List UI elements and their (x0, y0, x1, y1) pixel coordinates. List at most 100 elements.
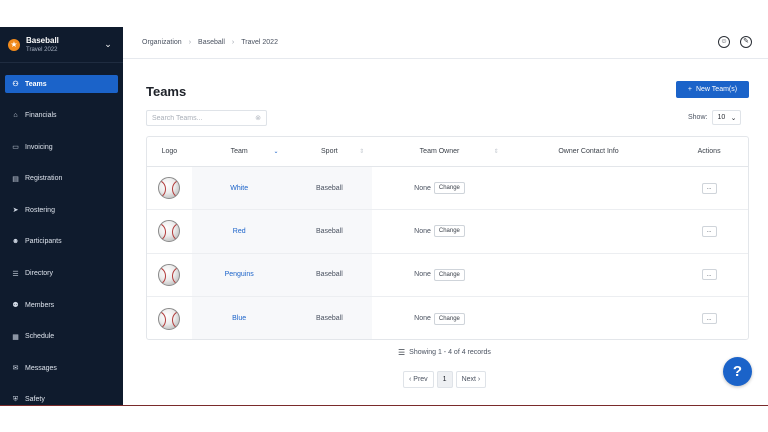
sidebar-item-label: Safety (25, 396, 45, 404)
owner-value: None (414, 227, 431, 235)
cursor-icon: ➤ (12, 207, 19, 215)
bank-icon: ⌂ (13, 112, 18, 120)
owner-value: None (414, 184, 431, 192)
page-size-select[interactable]: 10 ⌄ (712, 110, 742, 125)
sidebar-item-messages[interactable]: ✉ Messages (5, 359, 118, 377)
wrench-settings-icon[interactable]: ✎ (740, 36, 752, 48)
new-team-label: New Team(s) (695, 86, 738, 93)
participants-icon: ☻ (11, 238, 20, 246)
sidebar-nav: ⚇ Teams ⌂ Financials ▭ Invoicing ▤ Regis… (0, 63, 123, 405)
sidebar-item-schedule[interactable]: ▦ Schedule (5, 328, 118, 346)
sort-desc-icon: ⌄ (273, 149, 279, 155)
baseball-icon (158, 307, 181, 330)
pagination: ‹ Prev 1 Next › (403, 371, 487, 388)
breadcrumb-travel-2022: Travel 2022 (241, 39, 278, 46)
sidebar-item-label: Directory (25, 270, 54, 278)
table-row: Blue Baseball None Change ... (147, 296, 748, 339)
search-input[interactable] (152, 114, 256, 122)
owner-value: None (414, 315, 431, 323)
chevron-down-icon: ⌄ (730, 114, 737, 122)
sidebar-item-financials[interactable]: ⌂ Financials (5, 107, 118, 125)
next-page-button[interactable]: Next › (455, 371, 487, 388)
column-header-team[interactable]: Team ⌄ (192, 137, 287, 166)
sidebar-item-safety[interactable]: ⛨ Safety (5, 391, 118, 405)
sidebar-item-invoicing[interactable]: ▭ Invoicing (5, 138, 118, 156)
sidebar: ★ Baseball Travel 2022 ⌄ ⚇ Teams ⌂ Finan… (0, 27, 123, 405)
team-link[interactable]: Penguins (225, 271, 254, 278)
owner-contact-cell (507, 210, 670, 252)
owner-value: None (414, 271, 431, 279)
sidebar-item-label: Registration (25, 175, 63, 183)
row-actions-button[interactable]: ... (701, 182, 717, 194)
page-size-control: Show: 10 ⌄ (688, 110, 742, 125)
page-1-button[interactable]: 1 (436, 371, 453, 388)
team-link[interactable]: Blue (232, 315, 246, 322)
org-switcher[interactable]: ★ Baseball Travel 2022 ⌄ (0, 27, 123, 63)
change-owner-button[interactable]: Change (433, 268, 465, 281)
sidebar-item-label: Rostering (25, 206, 55, 214)
sport-cell: Baseball (286, 253, 373, 296)
change-owner-button[interactable]: Change (433, 225, 465, 238)
sidebar-item-label: Teams (25, 80, 47, 88)
main-content: Teams + New Team(s) ⊗ Show: 10 ⌄ Logo Te… (123, 59, 768, 405)
table-row: White Baseball None Change ... (147, 167, 748, 211)
user-account-icon[interactable]: ☺ (718, 36, 730, 48)
sport-cell: Baseball (286, 296, 373, 339)
baseball-icon (158, 177, 181, 200)
breadcrumb: Organization › Baseball › Travel 2022 (142, 39, 278, 46)
column-header-team-owner[interactable]: Team Owner ⇕ (372, 137, 507, 166)
change-owner-button[interactable]: Change (433, 182, 465, 195)
owner-contact-cell (507, 297, 670, 339)
row-actions-button[interactable]: ... (701, 313, 717, 325)
table-header: Logo Team ⌄ Sport ⇕ Team Owner ⇕ Owner Cont… (147, 137, 748, 167)
bottom-divider (0, 405, 768, 406)
shield-icon: ⛨ (12, 395, 19, 403)
clear-search-icon[interactable]: ⊗ (255, 114, 261, 122)
prev-page-button[interactable]: ‹ Prev (403, 371, 434, 388)
org-name: Baseball (26, 35, 59, 45)
chevron-down-icon[interactable]: ⌄ (101, 39, 115, 50)
owner-contact-cell (507, 167, 670, 209)
table-row: Red Baseball None Change ... (147, 210, 748, 254)
row-actions-button[interactable]: ... (701, 225, 717, 237)
team-link[interactable]: White (230, 185, 248, 192)
teams-table: Logo Team ⌄ Sport ⇕ Team Owner ⇕ Owner Cont… (146, 136, 749, 340)
team-link[interactable]: Red (233, 228, 246, 235)
registration-icon: ▤ (12, 175, 19, 183)
show-label: Show: (688, 114, 708, 121)
sort-icon: ⇕ (359, 149, 365, 155)
row-actions-button[interactable]: ... (701, 269, 717, 281)
baseball-icon (158, 220, 181, 243)
sidebar-item-label: Members (25, 301, 55, 309)
sidebar-item-rostering[interactable]: ➤ Rostering (5, 201, 118, 219)
sidebar-item-registration[interactable]: ▤ Registration (5, 170, 118, 188)
sport-cell: Baseball (286, 167, 373, 210)
sidebar-item-members[interactable]: ⚉ Members (5, 296, 118, 314)
column-header-actions: Actions (697, 148, 721, 155)
sidebar-item-label: Financials (25, 112, 57, 120)
sort-icon: ⇕ (493, 149, 499, 155)
message-icon: ✉ (12, 365, 19, 373)
star-logo-icon: ★ (8, 38, 20, 51)
sidebar-item-teams[interactable]: ⚇ Teams (5, 75, 118, 93)
breadcrumb-separator: › (188, 39, 192, 46)
teams-icon: ⚇ (12, 81, 19, 88)
sidebar-item-directory[interactable]: ☰ Directory (5, 265, 118, 283)
calendar-icon: ▦ (12, 333, 19, 341)
directory-icon: ☰ (12, 270, 19, 278)
records-text: Showing 1 - 4 of 4 records (409, 349, 491, 356)
help-button[interactable]: ? (723, 357, 752, 386)
column-header-sport[interactable]: Sport ⇕ (287, 137, 373, 166)
breadcrumb-organization[interactable]: Organization (142, 39, 182, 46)
search-box: ⊗ (146, 110, 267, 126)
members-icon: ⚉ (12, 302, 19, 310)
change-owner-button[interactable]: Change (433, 312, 465, 325)
topbar: Organization › Baseball › Travel 2022 ☺ … (123, 27, 768, 59)
sidebar-item-participants[interactable]: ☻ Participants (5, 233, 118, 251)
page-size-value: 10 (717, 114, 726, 121)
topbar-icons: ☺ ✎ (718, 36, 752, 48)
new-team-button[interactable]: + New Team(s) (676, 81, 749, 98)
breadcrumb-baseball[interactable]: Baseball (198, 39, 225, 46)
invoice-icon: ▭ (12, 144, 19, 152)
table-row: Penguins Baseball None Change ... (147, 253, 748, 297)
